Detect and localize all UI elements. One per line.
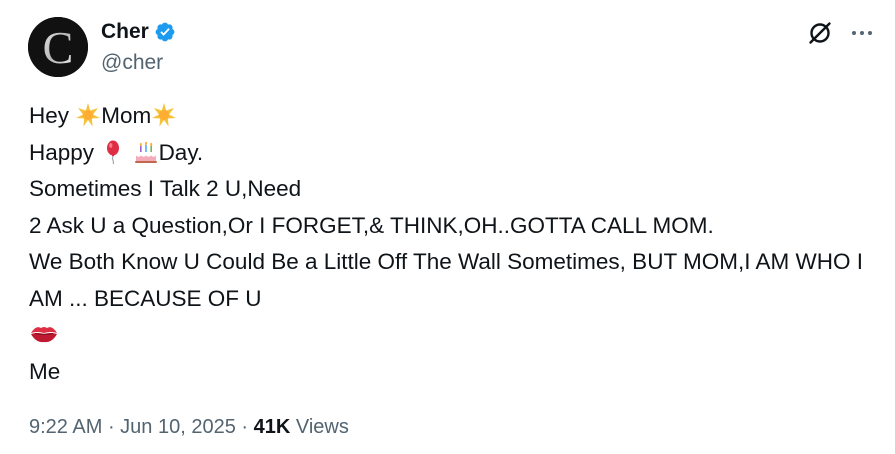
tweet-meta: 9:22 AM · Jun 10, 2025 · 41K Views bbox=[29, 414, 349, 440]
verified-badge-icon[interactable] bbox=[154, 21, 176, 43]
tweet-line-4: 2 Ask U a Question,Or I FORGET,& THINK,O… bbox=[29, 212, 714, 238]
kiss-mark-emoji-icon bbox=[29, 321, 59, 347]
tweet-time[interactable]: 9:22 AM bbox=[29, 416, 102, 438]
tweet-line-7: Me bbox=[29, 358, 61, 384]
avatar-letter: C bbox=[43, 22, 74, 73]
avatar-image: C bbox=[28, 17, 88, 77]
birthday-cake-emoji-icon bbox=[133, 139, 159, 165]
tweet-line-6 bbox=[29, 317, 874, 354]
tweet-line-3: Sometimes I Talk 2 U,Need bbox=[29, 176, 302, 201]
meta-separator: · bbox=[102, 416, 121, 438]
handle[interactable]: @cher bbox=[101, 51, 163, 75]
avatar[interactable]: C bbox=[28, 17, 88, 77]
glowing-star-emoji-icon bbox=[151, 102, 177, 128]
tweet-text-segment: Day. bbox=[158, 139, 204, 165]
tweet-date[interactable]: Jun 10, 2025 bbox=[120, 416, 236, 438]
tweet-line-1: Hey Mom bbox=[29, 98, 874, 135]
views-count[interactable]: 41K bbox=[254, 416, 291, 438]
tweet-card: C Cher @cher Hey Mom Happy Day. Sometime… bbox=[0, 0, 895, 454]
tweet-text-segment: Hey bbox=[29, 103, 76, 128]
glowing-star-emoji-icon bbox=[75, 102, 101, 128]
top-actions bbox=[807, 20, 875, 46]
tweet-line-2: Happy Day. bbox=[29, 135, 874, 172]
views-label: Views bbox=[290, 416, 349, 438]
balloon-emoji-icon bbox=[100, 139, 126, 165]
tweet-line-5: We Both Know U Could Be a Little Off The… bbox=[29, 249, 864, 311]
display-name[interactable]: Cher bbox=[101, 20, 149, 44]
more-icon[interactable] bbox=[849, 20, 875, 46]
meta-separator: · bbox=[235, 416, 254, 438]
grok-icon[interactable] bbox=[807, 20, 833, 46]
tweet-text: Hey Mom Happy Day. Sometimes I Talk 2 U,… bbox=[29, 98, 874, 390]
author-name-row[interactable]: Cher bbox=[101, 20, 176, 44]
tweet-text-segment: Mom bbox=[101, 103, 152, 128]
tweet-text-segment: Happy bbox=[29, 139, 101, 165]
